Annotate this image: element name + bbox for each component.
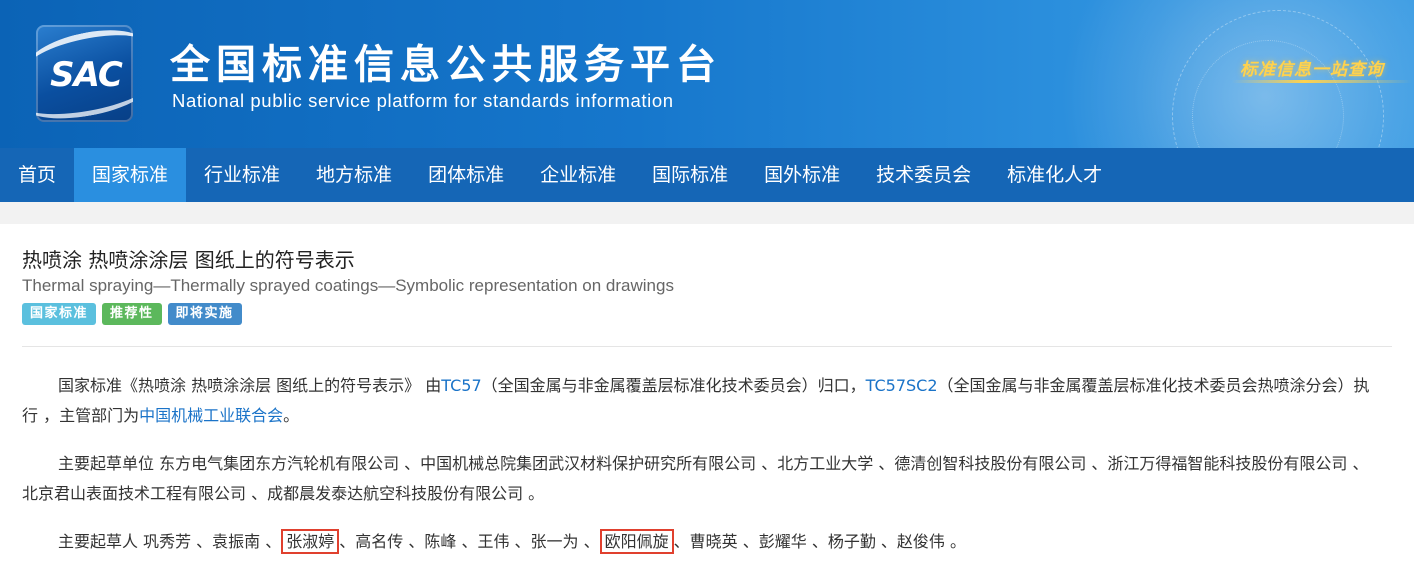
main-nav: 首页 国家标准 行业标准 地方标准 团体标准 企业标准 国际标准 国外标准 技术…	[0, 148, 1414, 202]
tc57sc2-link[interactable]: TC57SC2	[866, 376, 938, 395]
drafters-text: 主要起草人 巩秀芳 、袁振南 、	[58, 532, 282, 551]
standard-title-english: Thermal spraying—Thermally sprayed coati…	[22, 276, 674, 295]
nav-item-national-standards[interactable]: 国家标准	[74, 148, 187, 202]
standard-title: 热喷涂 热喷涂涂层 图纸上的符号表示	[22, 248, 355, 272]
site-subtitle: National public service platform for sta…	[172, 90, 674, 111]
sac-logo[interactable]: SAC	[36, 25, 133, 122]
overview-paragraph: 国家标准《热喷涂 热喷涂涂层 图纸上的符号表示》 由TC57（全国金属与非金属覆…	[22, 371, 1382, 431]
divider	[22, 346, 1392, 347]
drafting-units-paragraph: 主要起草单位 东方电气集团东方汽轮机有限公司 、中国机械总院集团武汉材料保护研究…	[22, 454, 1369, 503]
highlighted-drafter: 欧阳佩旋	[599, 529, 674, 554]
drafters-text: 、高名传 、陈峰 、王伟 、张一为 、	[339, 532, 600, 551]
nav-item-international-standards[interactable]: 国际标准	[634, 148, 746, 202]
nav-item-industry-standards[interactable]: 行业标准	[186, 148, 298, 202]
drafters-text: 、曹晓英 、彭耀华 、杨子勤 、赵俊伟 。	[673, 532, 967, 551]
logo-text: SAC	[50, 55, 123, 95]
nav-item-local-standards[interactable]: 地方标准	[298, 148, 410, 202]
tag-recommended: 推荐性	[102, 303, 162, 325]
nav-item-enterprise-standards[interactable]: 企业标准	[522, 148, 634, 202]
overview-text: 国家标准《热喷涂 热喷涂涂层 图纸上的符号表示》 由	[58, 376, 442, 395]
tag-upcoming: 即将实施	[167, 303, 242, 325]
nav-item-group-standards[interactable]: 团体标准	[410, 148, 522, 202]
department-link[interactable]: 中国机械工业联合会	[139, 406, 283, 425]
status-tags: 国家标准 推荐性 即将实施	[22, 303, 242, 325]
drafters-paragraph: 主要起草人 巩秀芳 、袁振南 、张淑婷 、高名传 、陈峰 、王伟 、张一为 、欧阳…	[22, 527, 1382, 557]
overview-text: （全国金属与非金属覆盖层标准化技术委员会）归口，	[481, 376, 866, 395]
slogan-underline	[1232, 80, 1412, 83]
site-title: 全国标准信息公共服务平台	[170, 42, 722, 88]
nav-item-technical-committees[interactable]: 技术委员会	[858, 148, 989, 202]
nav-item-foreign-standards[interactable]: 国外标准	[746, 148, 858, 202]
nav-item-standardization-talent[interactable]: 标准化人才	[989, 148, 1120, 202]
tc57-link[interactable]: TC57	[441, 376, 481, 395]
breadcrumb-strip	[0, 202, 1414, 224]
header-banner: SAC 全国标准信息公共服务平台 National public service…	[0, 0, 1414, 148]
tag-national-standard: 国家标准	[22, 303, 97, 325]
nav-item-home[interactable]: 首页	[0, 148, 74, 202]
slogan: 标准信息一站查询	[1240, 60, 1384, 80]
highlighted-drafter: 张淑婷	[281, 529, 340, 554]
overview-text: 。	[283, 406, 300, 425]
